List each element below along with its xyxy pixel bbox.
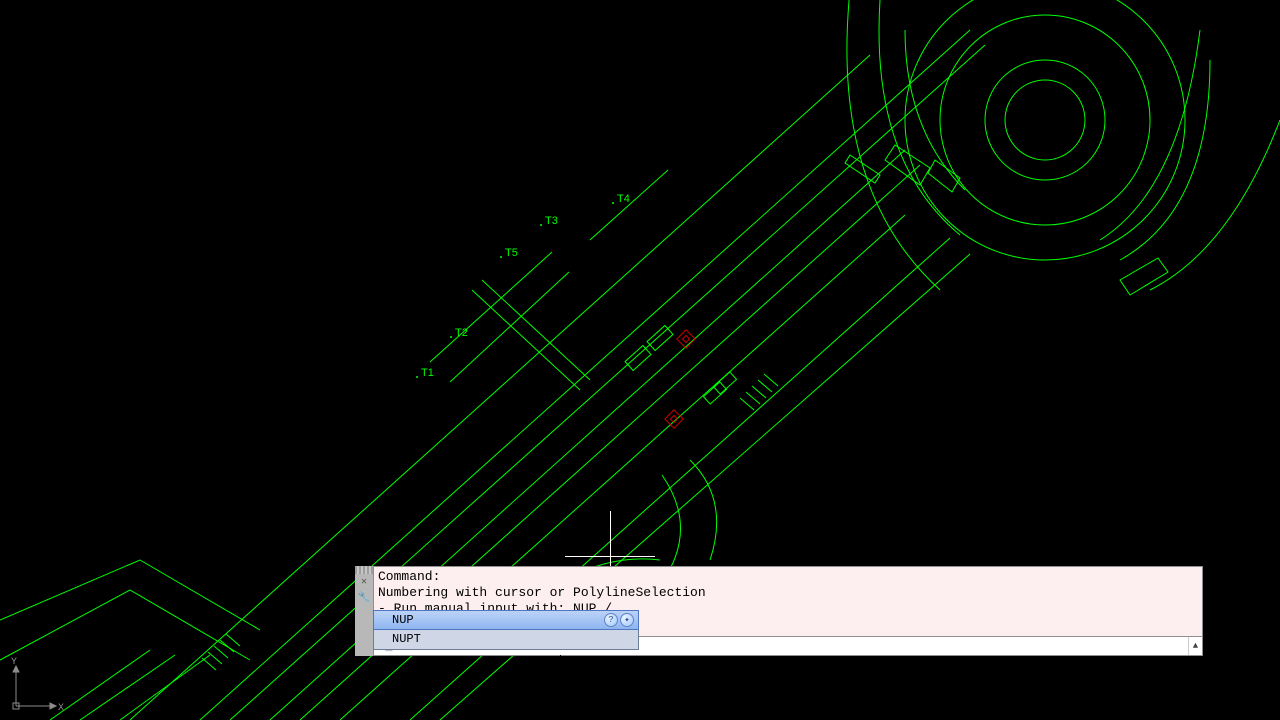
gutter-grip[interactable] xyxy=(355,566,373,574)
autocomplete-popup: NUP ? ✦ NUPT xyxy=(373,610,639,650)
globe-icon[interactable]: ✦ xyxy=(620,613,634,627)
ucs-x-label: X xyxy=(58,703,64,714)
point-dot xyxy=(450,336,452,338)
point-dot xyxy=(416,376,418,378)
history-line: Command: xyxy=(378,569,1198,585)
ucs-y-label: Y xyxy=(11,657,17,668)
point-label-t4: T4 xyxy=(617,193,630,205)
history-line: Numbering with cursor or PolylineSelecti… xyxy=(378,585,1198,601)
point-label-t3: T3 xyxy=(545,215,558,227)
point-dot xyxy=(500,256,502,258)
point-label-t5: T5 xyxy=(505,247,518,259)
command-gutter: ✕ 🔧 xyxy=(355,566,373,656)
text-caret xyxy=(560,655,561,669)
close-icon[interactable]: ✕ xyxy=(355,574,373,590)
ucs-icon: X Y xyxy=(8,654,68,714)
wrench-icon[interactable]: 🔧 xyxy=(355,590,373,606)
autocomplete-label: NUPT xyxy=(392,632,421,646)
command-expand-icon[interactable]: ▲ xyxy=(1188,637,1202,655)
help-icon[interactable]: ? xyxy=(604,613,618,627)
autocomplete-item[interactable]: NUPT xyxy=(374,629,638,649)
autocomplete-item[interactable]: NUP ? ✦ xyxy=(373,610,639,630)
point-dot xyxy=(540,224,542,226)
autocomplete-label: NUP xyxy=(392,613,414,627)
point-label-t2: T2 xyxy=(455,327,468,339)
point-label-t1: T1 xyxy=(421,367,434,379)
point-dot xyxy=(612,202,614,204)
